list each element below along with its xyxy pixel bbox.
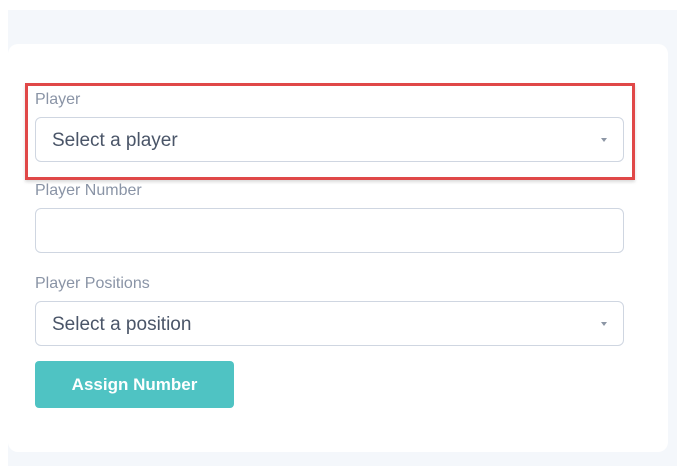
page: Player Select a player Player Number Pla… — [0, 0, 677, 466]
player-label: Player — [35, 91, 81, 108]
player-number-input[interactable] — [35, 208, 624, 253]
player-select[interactable]: Select a player — [35, 117, 624, 162]
chevron-down-icon — [601, 138, 607, 142]
chevron-down-icon — [601, 322, 607, 326]
player-number-label: Player Number — [35, 182, 142, 199]
player-positions-select-value: Select a position — [52, 314, 192, 335]
assign-number-button[interactable]: Assign Number — [35, 361, 234, 408]
player-positions-select[interactable]: Select a position — [35, 301, 624, 346]
player-select-value: Select a player — [52, 130, 178, 151]
player-positions-label: Player Positions — [35, 275, 150, 292]
